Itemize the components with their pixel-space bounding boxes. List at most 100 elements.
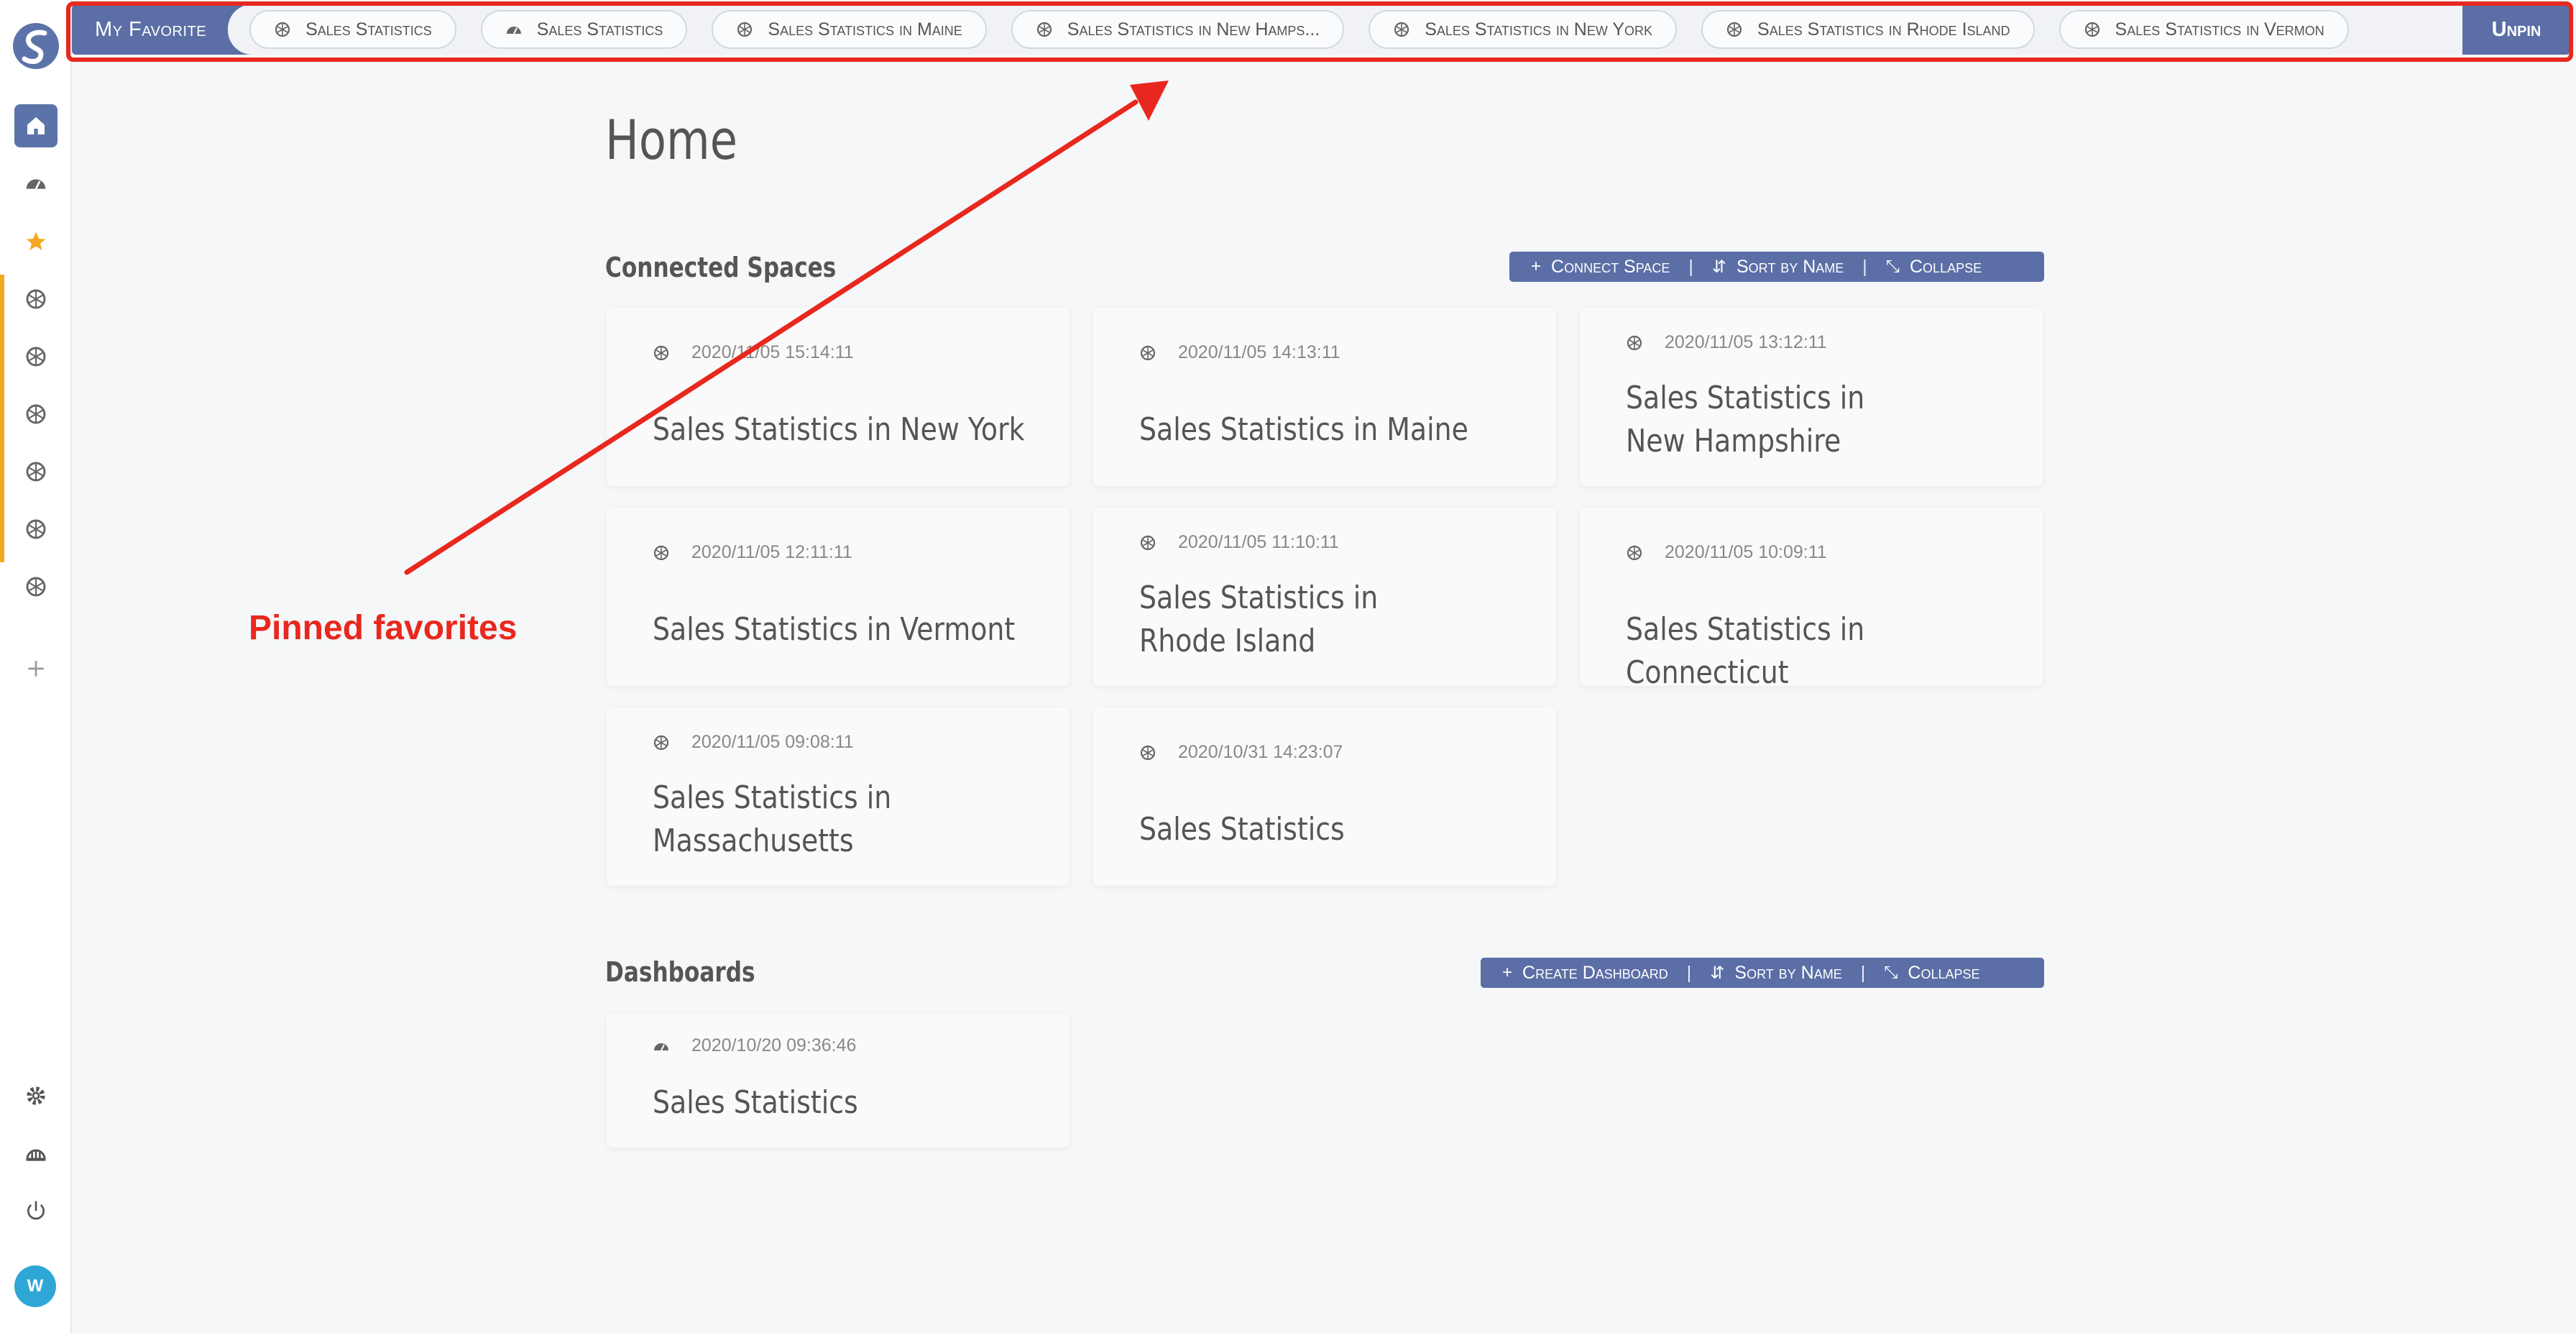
- favorite-chip-label: Sales Statistics in Maine: [768, 19, 962, 40]
- sort-by-name-button[interactable]: ⇵ Sort by Name: [1712, 257, 1844, 278]
- divider: |: [1862, 256, 1867, 277]
- sidebar-logout-button[interactable]: [14, 1189, 58, 1232]
- dashboard-gauge-icon: [26, 179, 46, 190]
- space-card[interactable]: 2020/11/05 11:10:11 Sales Statistics in …: [1093, 508, 1556, 686]
- card-meta: 2020/11/05 15:14:11: [653, 342, 854, 363]
- space-icon: [1394, 22, 1409, 37]
- favorite-chip[interactable]: Sales Statistics: [480, 10, 688, 49]
- divider: |: [1688, 256, 1693, 277]
- favorite-chip[interactable]: Sales Statistics in Maine: [712, 10, 987, 49]
- card-meta: 2020/11/05 09:08:11: [653, 732, 854, 753]
- card-timestamp: 2020/11/05 10:09:11: [1665, 542, 1827, 562]
- space-icon: [26, 462, 46, 482]
- gear-icon: [27, 1086, 45, 1105]
- space-card[interactable]: 2020/11/05 14:13:11 Sales Statistics in …: [1093, 308, 1556, 486]
- space-icon: [2084, 22, 2099, 37]
- space-icon: [653, 545, 669, 560]
- card-timestamp: 2020/11/05 13:12:11: [1665, 332, 1827, 352]
- create-dashboard-button[interactable]: + Create Dashboard: [1502, 963, 1668, 984]
- divider: |: [1860, 962, 1866, 983]
- star-icon: [26, 232, 46, 250]
- space-card[interactable]: 2020/11/05 15:14:11 Sales Statistics in …: [607, 308, 1070, 486]
- favorite-chip-label: Sales Statistics in New York: [1425, 19, 1653, 40]
- space-card[interactable]: 2020/11/05 09:08:11 Sales Statistics in …: [607, 707, 1070, 886]
- space-icon: [1036, 22, 1052, 37]
- favorite-chip[interactable]: Sales Statistics in New York: [1368, 10, 1678, 49]
- space-card[interactable]: 2020/11/05 12:11:11 Sales Statistics in …: [607, 508, 1070, 686]
- favorite-chip[interactable]: Sales Statistics in Vermon: [2058, 10, 2349, 49]
- plus-icon: +: [1502, 963, 1513, 982]
- page-title: Home: [605, 108, 738, 172]
- dashboard-gauge-icon: [506, 27, 521, 35]
- power-icon: [27, 1201, 45, 1220]
- space-icon: [26, 519, 46, 539]
- space-icon: [1726, 22, 1742, 37]
- divider: |: [1686, 962, 1692, 983]
- sidebar-add-button[interactable]: [14, 647, 58, 690]
- space-icon: [1140, 345, 1156, 360]
- dashboards-title: Dashboards: [605, 956, 755, 988]
- sidebar-space-6[interactable]: [14, 565, 58, 608]
- space-card[interactable]: 2020/10/31 14:23:07 Sales Statistics: [1093, 707, 1556, 886]
- space-icon: [653, 735, 669, 750]
- user-avatar[interactable]: W: [14, 1265, 56, 1307]
- space-icon: [737, 22, 753, 37]
- annotation-label: Pinned favorites: [249, 609, 518, 647]
- card-title: Sales Statistics in Rhode Island: [1139, 580, 1379, 659]
- connected-spaces-title: Connected Spaces: [605, 252, 837, 283]
- card-timestamp: 2020/11/05 11:10:11: [1178, 532, 1339, 552]
- card-title: Sales Statistics in Vermont: [653, 611, 1016, 648]
- space-card[interactable]: 2020/11/05 13:12:11 Sales Statistics in …: [1580, 308, 2043, 486]
- sidebar-space-4[interactable]: [14, 450, 58, 493]
- space-icon: [1140, 535, 1156, 550]
- sidebar-home-button[interactable]: [14, 104, 58, 147]
- favorite-chip[interactable]: Sales Statistics in New Hamps...: [1011, 10, 1345, 49]
- card-meta: 2020/10/20 09:36:46: [653, 1035, 856, 1056]
- sidebar-admin-button[interactable]: [14, 1132, 58, 1175]
- space-icon: [1627, 545, 1642, 560]
- favorite-chip-label: Sales Statistics in Rhode Island: [1757, 19, 2010, 40]
- sidebar-space-1[interactable]: [14, 278, 58, 321]
- favorite-chip[interactable]: Sales Statistics in Rhode Island: [1701, 10, 2035, 49]
- favorite-chip[interactable]: Sales Statistics: [249, 10, 456, 49]
- dashboard-card[interactable]: 2020/10/20 09:36:46 Sales Statistics: [607, 1014, 1070, 1148]
- sidebar-space-2[interactable]: [14, 335, 58, 378]
- space-icon: [653, 345, 669, 360]
- collapse-icon: ⤡: [1885, 257, 1900, 276]
- card-title: Sales Statistics in Maine: [1139, 411, 1468, 448]
- favorites-bar-title: My Favorite: [95, 17, 207, 41]
- favorite-chip-label: Sales Statistics in New Hamps...: [1067, 19, 1320, 40]
- home-icon: [27, 117, 45, 134]
- pinned-favorites-bar: My Favorite Sales Statistics Sales Stati…: [72, 4, 2570, 55]
- sidebar-space-3[interactable]: [14, 393, 58, 436]
- favorite-chip-label: Sales Statistics: [305, 19, 432, 40]
- favorite-chip-label: Sales Statistics: [536, 19, 663, 40]
- unpin-button[interactable]: Unpin: [2462, 18, 2570, 42]
- card-title: Sales Statistics: [1139, 811, 1345, 848]
- connect-space-button[interactable]: + Connect Space: [1531, 257, 1670, 278]
- card-timestamp: 2020/11/05 09:08:11: [691, 732, 854, 752]
- connected-spaces-actions: + Connect Space | ⇵ Sort by Name | ⤡ Collap…: [1509, 252, 2044, 282]
- card-title: Sales Statistics in New Hampshire: [1626, 380, 1865, 459]
- card-timestamp: 2020/10/31 14:23:07: [1178, 742, 1343, 762]
- dashboard-gauge-icon: [654, 1043, 668, 1050]
- sidebar-dashboards-button[interactable]: [14, 162, 58, 206]
- card-title: Sales Statistics in New York: [653, 411, 1025, 448]
- sort-by-name-button[interactable]: ⇵ Sort by Name: [1710, 963, 1841, 984]
- dashboards-actions: + Create Dashboard | ⇵ Sort by Name | ⤡ Col…: [1481, 958, 2044, 988]
- sidebar-settings-button[interactable]: [14, 1074, 58, 1117]
- card-meta: 2020/11/05 10:09:11: [1626, 542, 1827, 563]
- sidebar-space-5[interactable]: [14, 508, 58, 551]
- sidebar-favorites-button[interactable]: [14, 220, 58, 263]
- space-icon: [1140, 745, 1156, 760]
- collapse-button[interactable]: ⤡ Collapse: [1886, 257, 1982, 278]
- space-card[interactable]: 2020/11/05 10:09:11 Sales Statistics in …: [1580, 508, 2043, 691]
- card-meta: 2020/11/05 12:11:11: [653, 542, 852, 563]
- card-timestamp: 2020/11/05 12:11:11: [691, 542, 852, 562]
- collapse-button[interactable]: ⤡ Collapse: [1884, 963, 1979, 984]
- space-icon: [26, 347, 46, 367]
- connected-spaces-indicator: [0, 275, 4, 562]
- plus-icon: +: [1531, 257, 1542, 276]
- app-logo-icon[interactable]: [12, 22, 60, 70]
- sort-icon: ⇵: [1710, 963, 1725, 983]
